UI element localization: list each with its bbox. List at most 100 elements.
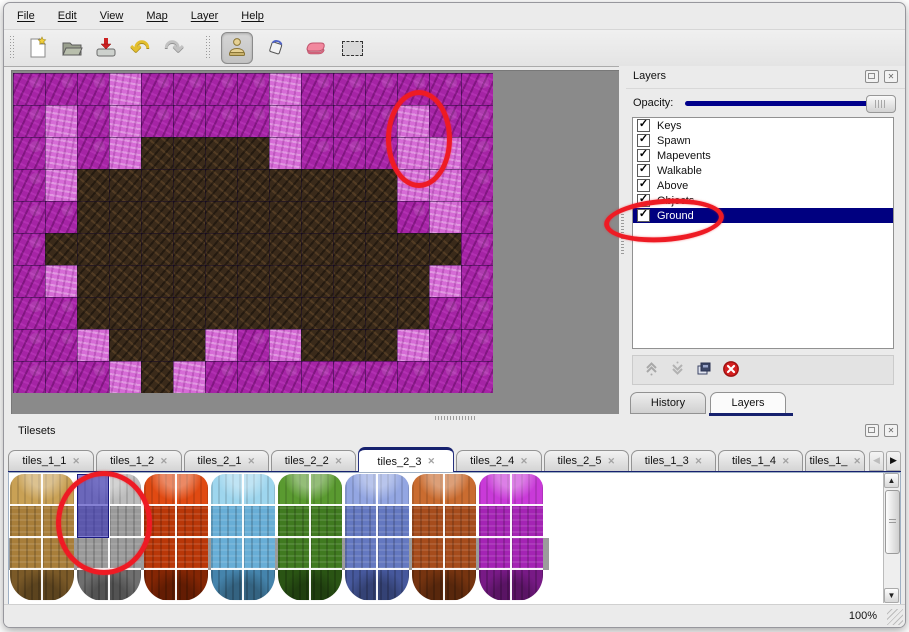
lower-layer-button[interactable] <box>669 360 686 380</box>
map-tile[interactable] <box>269 361 301 393</box>
map-tile[interactable] <box>173 73 205 105</box>
map-tile[interactable] <box>173 265 205 297</box>
map-tile[interactable] <box>13 329 45 361</box>
map-tile[interactable] <box>429 105 461 137</box>
scroll-down-arrow[interactable]: ▼ <box>884 588 899 603</box>
map-tile[interactable] <box>365 169 397 201</box>
map-tile[interactable] <box>429 361 461 393</box>
map-tile[interactable] <box>461 73 493 105</box>
map-tile[interactable] <box>333 73 365 105</box>
map-tile[interactable] <box>141 361 173 393</box>
map-tile[interactable] <box>301 201 333 233</box>
map-tile[interactable] <box>333 233 365 265</box>
eraser-tool-button[interactable] <box>299 33 329 63</box>
map-tile[interactable] <box>461 361 493 393</box>
select-tool-button[interactable] <box>337 33 367 63</box>
tileset-tab-tiles_2_1[interactable]: tiles_2_1✕ <box>184 450 269 471</box>
map-tile[interactable] <box>141 297 173 329</box>
map-tile[interactable] <box>429 265 461 297</box>
map-tile[interactable] <box>365 201 397 233</box>
map-tile[interactable] <box>461 137 493 169</box>
close-tab-icon[interactable]: ✕ <box>607 456 615 467</box>
opacity-slider[interactable] <box>685 101 895 106</box>
map-tile[interactable] <box>301 169 333 201</box>
map-tile[interactable] <box>173 233 205 265</box>
layer-visibility-checkbox[interactable]: ✓ <box>637 134 650 147</box>
map-tile[interactable] <box>205 297 237 329</box>
map-tile[interactable] <box>205 361 237 393</box>
map-tile[interactable] <box>141 137 173 169</box>
stamp-tool-button[interactable] <box>221 32 253 64</box>
map-tile[interactable] <box>301 265 333 297</box>
map-tile[interactable] <box>45 265 77 297</box>
map-tile[interactable] <box>461 105 493 137</box>
map-tile[interactable] <box>301 73 333 105</box>
map-tile[interactable] <box>333 297 365 329</box>
map-tile[interactable] <box>173 105 205 137</box>
layer-row-spawn[interactable]: ✓Spawn <box>633 133 893 148</box>
map-tile[interactable] <box>13 201 45 233</box>
layer-row-ground[interactable]: ✓Ground <box>633 208 893 223</box>
map-tile[interactable] <box>333 329 365 361</box>
map-tile[interactable] <box>45 233 77 265</box>
close-panel-icon[interactable]: ✕ <box>884 424 898 437</box>
map-tile[interactable] <box>237 329 269 361</box>
tab-layers[interactable]: Layers <box>710 392 786 414</box>
map-tile[interactable] <box>429 329 461 361</box>
map-tile[interactable] <box>333 169 365 201</box>
tileset-tab-tiles_2_3[interactable]: tiles_2_3✕ <box>358 447 454 473</box>
map-tile[interactable] <box>109 201 141 233</box>
map-tile[interactable] <box>301 233 333 265</box>
new-file-button[interactable] <box>21 33 55 63</box>
map-tile[interactable] <box>461 265 493 297</box>
map-tile[interactable] <box>365 105 397 137</box>
map-tile[interactable] <box>141 233 173 265</box>
map-tile[interactable] <box>45 361 77 393</box>
map-tile[interactable] <box>13 297 45 329</box>
layer-row-mapevents[interactable]: ✓Mapevents <box>633 148 893 163</box>
map-tile[interactable] <box>13 105 45 137</box>
map-tile[interactable] <box>429 297 461 329</box>
menu-edit[interactable]: Edit <box>58 10 77 22</box>
tileset-pillar-orange-red[interactable] <box>144 474 208 601</box>
open-file-button[interactable] <box>55 33 89 63</box>
resize-grip[interactable] <box>887 609 903 625</box>
tileset-selected-tiles[interactable] <box>77 474 109 538</box>
map-tile[interactable] <box>237 169 269 201</box>
duplicate-layer-button[interactable] <box>695 360 713 380</box>
map-tile[interactable] <box>333 361 365 393</box>
map-tile[interactable] <box>397 265 429 297</box>
close-tab-icon[interactable]: ✕ <box>695 456 703 467</box>
tileset-pillar-periwinkle[interactable] <box>345 474 409 601</box>
tileset-tab-tiles_1_2[interactable]: tiles_1_2✕ <box>96 450 181 471</box>
map-tile[interactable] <box>301 105 333 137</box>
map-tile[interactable] <box>397 329 429 361</box>
map-tile[interactable] <box>13 361 45 393</box>
map-tile[interactable] <box>141 329 173 361</box>
map-tile[interactable] <box>461 297 493 329</box>
map-tile[interactable] <box>205 201 237 233</box>
redo-button[interactable]: ↷ <box>157 33 191 63</box>
map-tile[interactable] <box>365 297 397 329</box>
map-tile[interactable] <box>45 329 77 361</box>
map-tile[interactable] <box>109 73 141 105</box>
layer-visibility-checkbox[interactable]: ✓ <box>637 164 650 177</box>
layer-visibility-checkbox[interactable]: ✓ <box>637 209 650 222</box>
scroll-up-arrow[interactable]: ▲ <box>884 473 899 488</box>
map-tile[interactable] <box>77 137 109 169</box>
save-button[interactable] <box>89 33 123 63</box>
map-tile[interactable] <box>301 329 333 361</box>
tileset-tab-tiles_1_[interactable]: tiles_1_✕ <box>805 450 865 471</box>
layer-visibility-checkbox[interactable]: ✓ <box>637 179 650 192</box>
map-tile[interactable] <box>237 361 269 393</box>
map-tile[interactable] <box>77 105 109 137</box>
float-panel-icon[interactable] <box>865 424 879 437</box>
map-tile[interactable] <box>13 265 45 297</box>
map-tile[interactable] <box>109 329 141 361</box>
map-tile[interactable] <box>141 73 173 105</box>
float-panel-icon[interactable] <box>865 70 879 83</box>
map-tile[interactable] <box>13 233 45 265</box>
opacity-slider-handle[interactable] <box>866 95 896 113</box>
map-tile[interactable] <box>269 329 301 361</box>
layer-row-above[interactable]: ✓Above <box>633 178 893 193</box>
